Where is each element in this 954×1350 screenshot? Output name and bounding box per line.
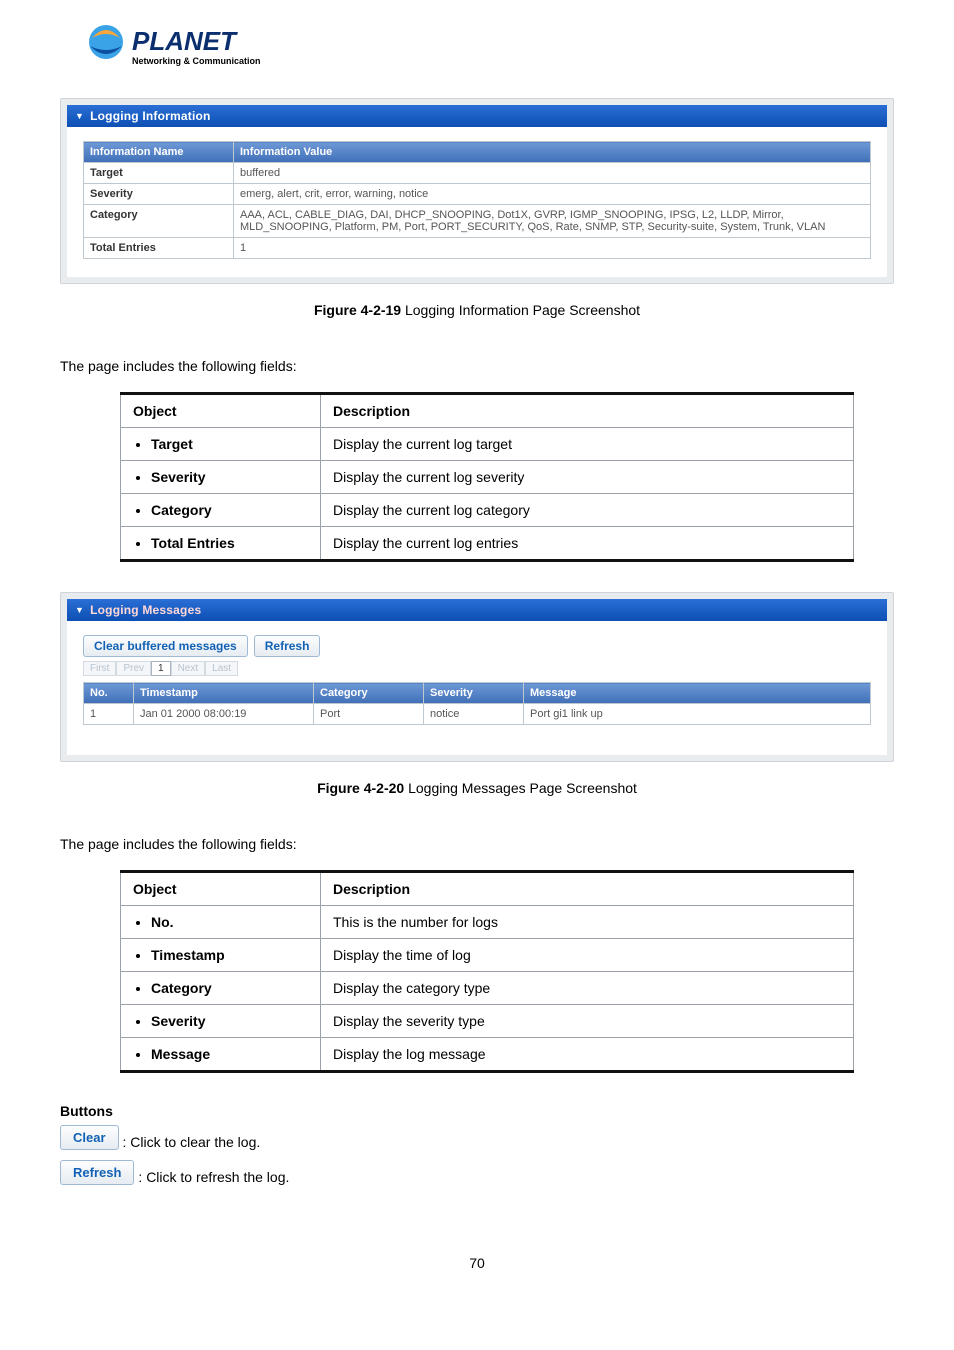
col-object: Object — [121, 872, 321, 906]
pager-first[interactable]: First — [83, 661, 116, 676]
table-row: MessageDisplay the log message — [121, 1038, 854, 1072]
cell-msg: Port gi1 link up — [524, 704, 871, 725]
table-row: Severity emerg, alert, crit, error, warn… — [84, 184, 871, 205]
col-severity: Severity — [424, 683, 524, 704]
figure-caption-2: Figure 4-2-20 Logging Messages Page Scre… — [60, 780, 894, 796]
info-value: buffered — [234, 163, 871, 184]
logging-messages-panel: ▼ Logging Messages Clear buffered messag… — [60, 592, 894, 762]
table-row: SeverityDisplay the current log severity — [121, 461, 854, 494]
table-row: Total EntriesDisplay the current log ent… — [121, 527, 854, 561]
fields-intro-2: The page includes the following fields: — [60, 836, 894, 852]
messages-table: No. Timestamp Category Severity Message … — [83, 682, 871, 725]
pager-prev[interactable]: Prev — [116, 661, 151, 676]
col-description: Description — [321, 394, 854, 428]
clear-buffered-button[interactable]: Clear buffered messages — [83, 635, 248, 657]
figure-caption-1: Figure 4-2-19 Logging Information Page S… — [60, 302, 894, 318]
table-row: SeverityDisplay the severity type — [121, 1005, 854, 1038]
buttons-heading: Buttons — [60, 1103, 894, 1119]
col-description: Description — [321, 872, 854, 906]
caret-down-icon: ▼ — [75, 111, 84, 121]
page-number: 70 — [60, 1255, 894, 1271]
cell-sev: notice — [424, 704, 524, 725]
table-row: 1 Jan 01 2000 08:00:19 Port notice Port … — [84, 704, 871, 725]
info-value: 1 — [234, 238, 871, 259]
table-row: Total Entries 1 — [84, 238, 871, 259]
info-value: AAA, ACL, CABLE_DIAG, DAI, DHCP_SNOOPING… — [234, 205, 871, 238]
pager-current[interactable]: 1 — [151, 661, 171, 676]
col-timestamp: Timestamp — [134, 683, 314, 704]
section-header-logging-info[interactable]: ▼ Logging Information — [67, 105, 887, 127]
fields-table-1: Object Description TargetDisplay the cur… — [120, 392, 854, 562]
section-title: Logging Information — [90, 109, 210, 123]
pager-next[interactable]: Next — [171, 661, 206, 676]
pager-last[interactable]: Last — [205, 661, 238, 676]
col-value-header: Information Value — [234, 142, 871, 163]
refresh-desc: : Click to refresh the log. — [138, 1169, 289, 1185]
info-name: Category — [84, 205, 234, 238]
clear-desc: : Click to clear the log. — [123, 1134, 261, 1150]
table-row: CategoryDisplay the current log category — [121, 494, 854, 527]
section-title: Logging Messages — [90, 603, 201, 617]
brand-logo: PLANET Networking & Communication — [80, 20, 894, 78]
logging-information-panel: ▼ Logging Information Information Name I… — [60, 98, 894, 284]
col-object: Object — [121, 394, 321, 428]
cell-ts: Jan 01 2000 08:00:19 — [134, 704, 314, 725]
refresh-button[interactable]: Refresh — [254, 635, 321, 657]
table-row: Target buffered — [84, 163, 871, 184]
logging-info-table: Information Name Information Value Targe… — [83, 141, 871, 259]
table-row: TargetDisplay the current log target — [121, 428, 854, 461]
pager: First Prev 1 Next Last — [83, 661, 887, 676]
refresh-button-doc[interactable]: Refresh — [60, 1160, 134, 1185]
table-row: CategoryDisplay the category type — [121, 972, 854, 1005]
clear-button[interactable]: Clear — [60, 1125, 119, 1150]
brand-wordmark: PLANET — [132, 26, 238, 56]
table-row: No.This is the number for logs — [121, 906, 854, 939]
col-category: Category — [314, 683, 424, 704]
section-header-logging-messages[interactable]: ▼ Logging Messages — [67, 599, 887, 621]
buttons-section: Buttons Clear : Click to clear the log. … — [60, 1103, 894, 1185]
col-no: No. — [84, 683, 134, 704]
col-name-header: Information Name — [84, 142, 234, 163]
table-row: TimestampDisplay the time of log — [121, 939, 854, 972]
col-message: Message — [524, 683, 871, 704]
fields-table-2: Object Description No.This is the number… — [120, 870, 854, 1073]
cell-no: 1 — [84, 704, 134, 725]
table-row: Category AAA, ACL, CABLE_DIAG, DAI, DHCP… — [84, 205, 871, 238]
info-name: Severity — [84, 184, 234, 205]
info-name: Target — [84, 163, 234, 184]
cell-cat: Port — [314, 704, 424, 725]
brand-tagline: Networking & Communication — [132, 56, 261, 66]
fields-intro-1: The page includes the following fields: — [60, 358, 894, 374]
info-name: Total Entries — [84, 238, 234, 259]
caret-down-icon: ▼ — [75, 605, 84, 615]
info-value: emerg, alert, crit, error, warning, noti… — [234, 184, 871, 205]
